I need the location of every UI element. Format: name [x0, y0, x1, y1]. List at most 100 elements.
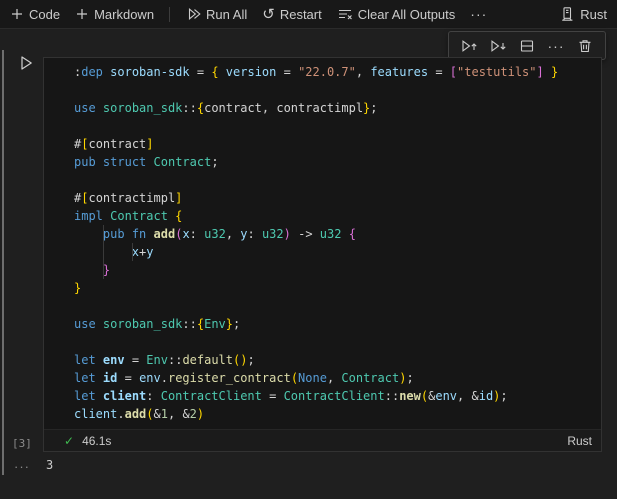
code-token: ]	[536, 65, 544, 79]
restart-icon: ↺	[262, 5, 275, 23]
cell-code-editor[interactable]: : dep soroban-sdk = { version = "22.0.7",…	[44, 58, 601, 429]
code-token: ;	[370, 101, 378, 115]
success-check-icon: ✓	[64, 433, 75, 448]
code-token: )	[283, 227, 291, 241]
code-line: pub struct Contract;	[74, 153, 601, 171]
code-token: .	[160, 371, 168, 385]
code-token: soroban_sdk	[102, 101, 183, 115]
clear-all-icon	[337, 6, 353, 22]
cell-more-button[interactable]: ···	[544, 34, 568, 58]
add-code-label: Code	[29, 6, 61, 22]
cell-status-bar: ✓ 46.1s Rust	[44, 429, 601, 451]
code-token: (	[290, 371, 299, 385]
add-markdown-button[interactable]: Markdown	[75, 7, 154, 22]
code-line: impl Contract {	[74, 207, 601, 225]
kernel-label: Rust	[580, 6, 607, 22]
code-token: default	[182, 353, 234, 367]
code-token: None	[298, 371, 327, 385]
code-token: ;	[233, 317, 241, 331]
add-markdown-label: Markdown	[94, 6, 155, 22]
code-token: u32	[204, 227, 226, 241]
code-token: =	[261, 389, 284, 403]
code-token: use	[74, 317, 96, 331]
code-cell: : dep soroban-sdk = { version = "22.0.7",…	[43, 57, 602, 452]
execute-above-button[interactable]	[457, 34, 481, 58]
code-token: Contract	[110, 209, 168, 223]
code-line: let env = Env::default();	[74, 351, 601, 369]
code-line: }	[74, 279, 601, 297]
code-token: new	[399, 389, 421, 403]
cell-toolbar: ···	[448, 31, 606, 60]
code-token: add	[153, 227, 176, 241]
code-token: features	[370, 65, 429, 79]
code-token: =	[124, 353, 147, 367]
add-code-button[interactable]: Code	[10, 7, 60, 22]
code-token: ,	[261, 101, 277, 115]
code-token: let	[74, 389, 96, 403]
code-token: y	[146, 245, 154, 259]
kernel-picker-button[interactable]: Rust	[559, 6, 607, 22]
code-token: soroban-sdk	[110, 65, 190, 79]
code-token: {	[175, 209, 183, 223]
plus-icon	[75, 7, 89, 21]
code-token: contractimpl	[276, 101, 364, 115]
output-collapse-button[interactable]: ···	[14, 459, 30, 474]
clear-all-outputs-button[interactable]: Clear All Outputs	[337, 6, 455, 22]
code-token: soroban_sdk	[102, 317, 183, 331]
run-all-button[interactable]: Run All	[185, 6, 247, 22]
toolbar-more-button[interactable]: ···	[470, 7, 487, 21]
cell-language-picker[interactable]: Rust	[567, 434, 592, 448]
code-token: ContractClient	[160, 389, 262, 403]
code-token: let	[74, 353, 96, 367]
code-token: contract	[204, 101, 262, 115]
code-token: {	[196, 101, 205, 115]
restart-label: Restart	[279, 6, 322, 22]
code-line: #[contract]	[74, 135, 601, 153]
code-token: ,	[355, 65, 371, 79]
kernel-icon	[559, 6, 575, 22]
more-icon: ···	[547, 37, 565, 54]
code-token: }	[225, 317, 234, 331]
run-cell-button[interactable]	[17, 54, 35, 72]
code-line: x+y	[74, 243, 601, 261]
code-token: Contract	[341, 371, 400, 385]
execution-duration: 46.1s	[82, 433, 112, 448]
code-line: use soroban_sdk::{Env};	[74, 315, 601, 333]
code-token: &	[471, 389, 479, 403]
code-token: client	[102, 389, 147, 403]
code-token: pub	[74, 155, 96, 169]
code-token: version	[225, 65, 277, 79]
code-token: :	[189, 227, 205, 241]
code-token: use	[74, 101, 96, 115]
code-token: id	[102, 371, 118, 385]
execute-below-button[interactable]	[486, 34, 510, 58]
code-token: env	[435, 389, 458, 403]
run-above-icon	[461, 38, 478, 54]
code-token: .	[117, 407, 125, 421]
restart-button[interactable]: ↺ Restart	[262, 7, 321, 22]
delete-cell-button[interactable]	[573, 34, 597, 58]
code-token: =	[428, 65, 450, 79]
code-token: fn	[131, 227, 147, 241]
code-token: ,	[326, 371, 342, 385]
split-cell-button[interactable]	[515, 34, 539, 58]
code-token: ;	[500, 389, 508, 403]
code-line: let id = env.register_contract(None, Con…	[74, 369, 601, 387]
code-token: :	[247, 227, 262, 241]
code-token: ::	[182, 101, 197, 115]
code-token: contract	[88, 137, 147, 151]
notebook-toolbar: Code Markdown Run All ↺ Restart Clear Al…	[0, 0, 617, 29]
code-token: 1	[160, 407, 168, 421]
indent-guide	[103, 225, 104, 279]
toolbar-divider	[169, 6, 171, 22]
